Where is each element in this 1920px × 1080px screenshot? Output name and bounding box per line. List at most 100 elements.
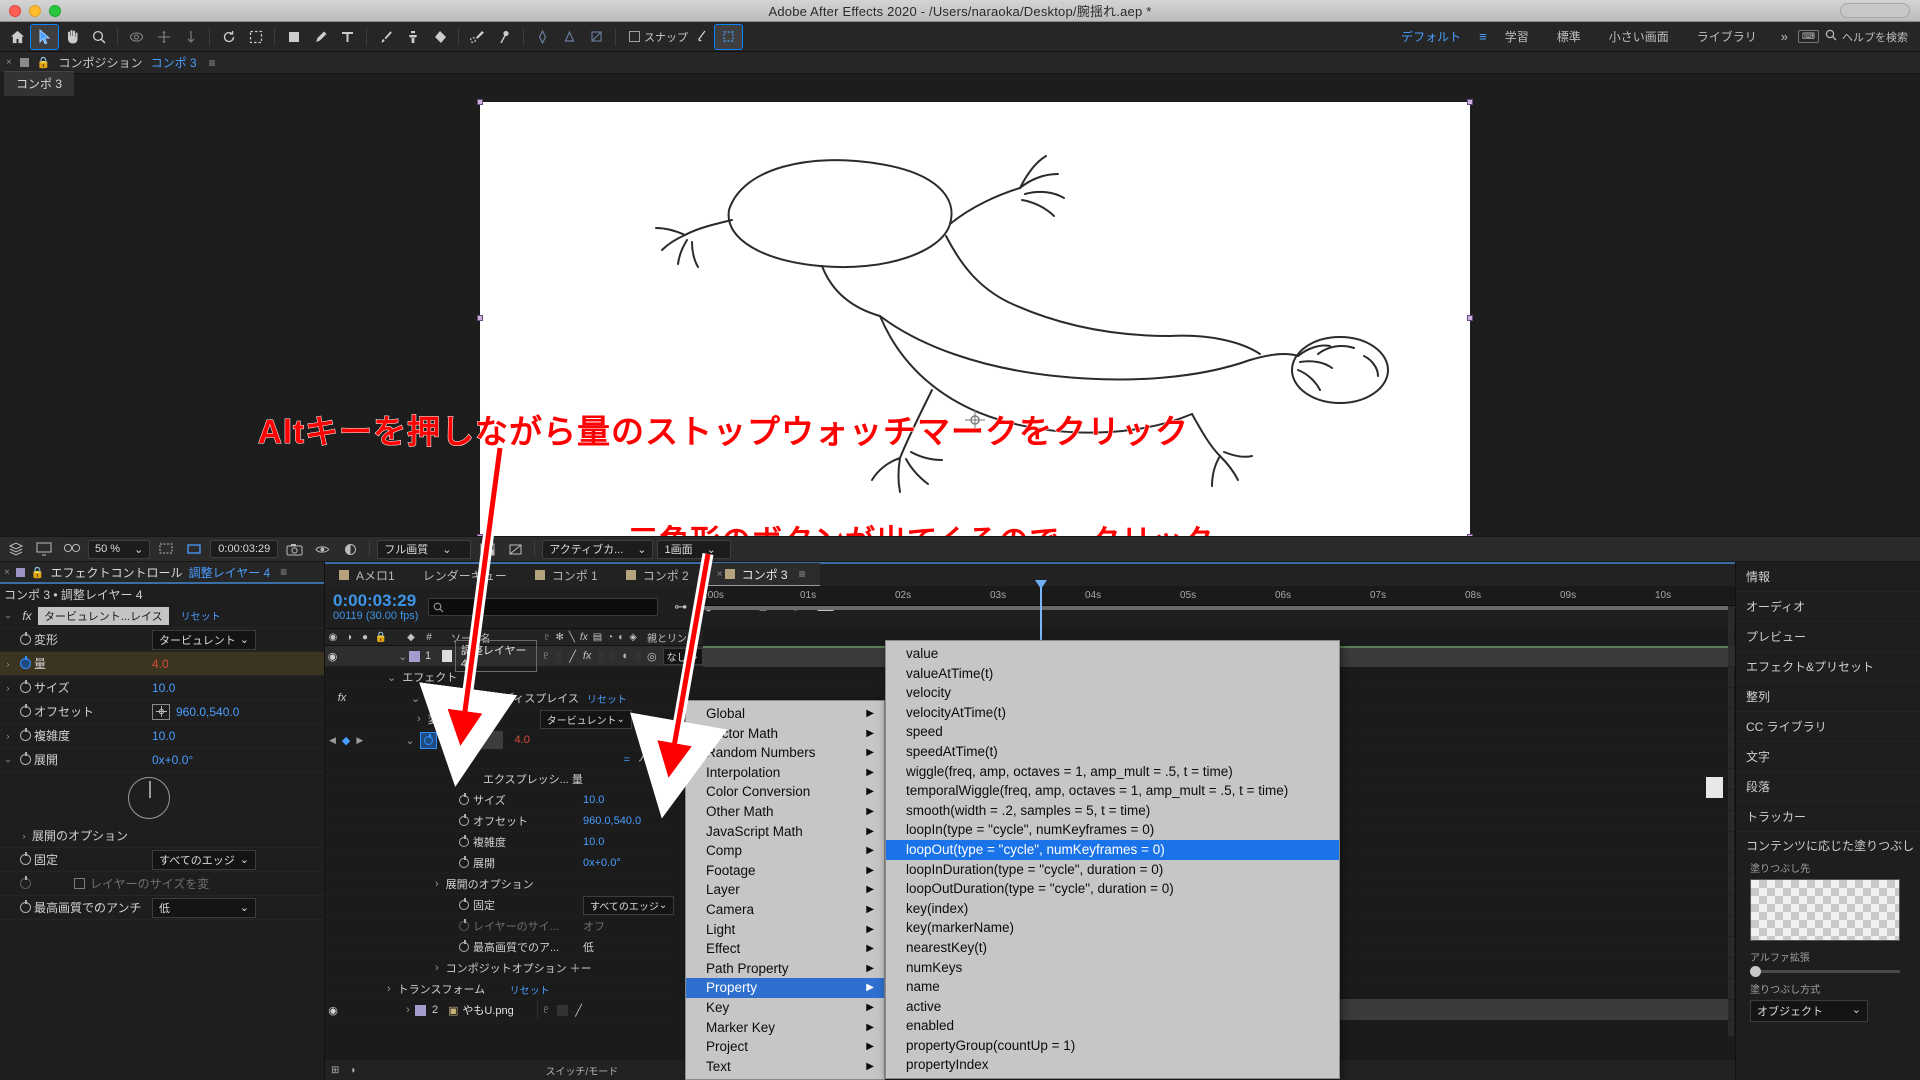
show-snapshot-icon[interactable] — [310, 539, 334, 559]
effect-property-row-amount[interactable]: › 量 4.0 — [0, 652, 324, 676]
shy-switch-icon[interactable]: ♇ — [542, 650, 550, 662]
panel-tab-preview[interactable]: プレビュー — [1736, 622, 1920, 652]
displacement-select[interactable]: タービュレント ⌄ — [152, 629, 256, 650]
stopwatch-icon[interactable] — [455, 898, 473, 910]
property-value[interactable]: 0x+0.0° — [152, 753, 193, 767]
property-value[interactable]: 10.0 — [583, 836, 604, 848]
menu-item-effect[interactable]: Effect ▶ — [686, 939, 884, 959]
expand-chevron-icon[interactable]: › — [0, 731, 16, 741]
expand-chevron-icon[interactable]: › — [0, 683, 16, 693]
expand-chevron-icon[interactable]: ⌄ — [387, 671, 396, 684]
timeline-tab-bar[interactable]: Aメロ1 レンダーキュー コンポ 1 コンポ 2 × コンポ 3 ≡ — [325, 562, 1735, 587]
timeline-tab-comp3[interactable]: × コンポ 3 ≡ — [702, 563, 820, 587]
resize-layer-checkbox[interactable] — [74, 878, 85, 889]
hand-tool-icon[interactable] — [58, 25, 85, 49]
menu-item-other-math[interactable]: Other Math ▶ — [686, 802, 884, 822]
submenu-item-speed[interactable]: speed — [886, 722, 1339, 742]
composition-mini-flowchart-icon[interactable]: ⊶ — [674, 599, 687, 615]
orbit-tool-icon[interactable] — [123, 25, 150, 49]
snap-toggle[interactable]: スナップ — [629, 29, 688, 45]
stopwatch-icon[interactable] — [16, 680, 34, 693]
submenu-item-nearestKey[interactable]: nearestKey(t) — [886, 938, 1339, 958]
submenu-item-active[interactable]: active — [886, 997, 1339, 1017]
stopwatch-icon-amount[interactable] — [16, 656, 34, 669]
effect-controls-panel[interactable]: × 🔒 エフェクトコントロール 調整レイヤー 4 ≡ コンポ 3 • 調整レイヤ… — [0, 562, 325, 1080]
view-mode-select[interactable]: アクティブカ... ⌄ — [542, 539, 654, 559]
panel-tab-audio[interactable]: オーディオ — [1736, 592, 1920, 622]
composition-viewer[interactable] — [0, 96, 1920, 540]
stopwatch-icon[interactable] — [16, 632, 34, 645]
evolution-dial[interactable] — [128, 777, 170, 819]
quality-switch-icon[interactable]: ╱ — [575, 1004, 582, 1017]
menu-item-layer[interactable]: Layer ▶ — [686, 880, 884, 900]
stopwatch-icon-amount-timeline[interactable] — [419, 731, 437, 749]
submenu-item-propertyGroup[interactable]: propertyGroup(countUp = 1) — [886, 1036, 1339, 1056]
panel-tab-character[interactable]: 文字 — [1736, 742, 1920, 772]
frame-blend-switch[interactable] — [598, 650, 604, 662]
shape-tool-icon[interactable] — [280, 25, 307, 49]
submenu-item-velocity[interactable]: velocity — [886, 683, 1339, 703]
composite-options-value[interactable]: ＋ー — [570, 960, 592, 976]
eraser-tool-icon[interactable] — [426, 25, 453, 49]
expand-chevron-icon[interactable]: ⌄ — [396, 650, 409, 663]
effect-header-row[interactable]: ⌄ fx タービュレント...レイス リセット — [0, 604, 324, 628]
motion-blur-switch[interactable] — [610, 650, 616, 662]
displacement-select[interactable]: タービュレント ⌄ — [539, 709, 632, 729]
menu-item-text[interactable]: Text ▶ — [686, 1057, 884, 1077]
quality-switch-icon[interactable]: ╱ — [569, 650, 576, 663]
effect-reset-link[interactable]: リセット — [181, 608, 221, 623]
stopwatch-icon[interactable] — [16, 852, 34, 865]
region-of-interest-icon[interactable] — [242, 25, 269, 49]
pen-tool-icon[interactable] — [307, 25, 334, 49]
views-select[interactable]: 1画面 ⌄ — [657, 539, 732, 559]
timeline-tab-amelo1[interactable]: Aメロ1 — [325, 563, 409, 587]
submenu-item-key-markerName[interactable]: key(markerName) — [886, 918, 1339, 938]
timeline-search-input[interactable] — [428, 598, 659, 616]
submenu-item-speedAtTime[interactable]: speedAtTime(t) — [886, 742, 1339, 762]
effect-name[interactable]: タービュレント...レイス — [38, 606, 169, 625]
zoom-level-select[interactable]: 50 % ⌄ — [88, 539, 151, 559]
3d-glasses-icon[interactable] — [60, 539, 84, 559]
stopwatch-icon[interactable] — [16, 704, 34, 717]
home-icon[interactable] — [4, 25, 31, 49]
parent-pickwhip-icon[interactable]: ◎ — [647, 650, 657, 663]
submenu-item-key-index[interactable]: key(index) — [886, 899, 1339, 919]
region-of-interest-btn-icon[interactable] — [182, 539, 206, 559]
layer-name[interactable]: やもU.png — [462, 1002, 513, 1018]
puppet-pin-tool-icon[interactable] — [491, 25, 518, 49]
menu-item-global[interactable]: Global ▶ — [686, 704, 884, 724]
panel-tab-tracker[interactable]: トラッカー — [1736, 802, 1920, 832]
submenu-item-velocityAtTime[interactable]: velocityAtTime(t) — [886, 703, 1339, 723]
evolution-options-group[interactable]: › 展開のオプション — [0, 824, 324, 848]
dolly-tool-icon[interactable] — [177, 25, 204, 49]
effect-property-row-complexity[interactable]: › 複雑度 10.0 — [0, 724, 324, 748]
property-value[interactable]: 10.0 — [152, 681, 175, 695]
workspace-menu-icon[interactable]: ≡ — [1475, 29, 1491, 44]
menu-item-random-numbers[interactable]: Random Numbers ▶ — [686, 743, 884, 763]
collapse-chevron-icon[interactable]: ⌄ — [0, 754, 16, 765]
selection-handle-tl[interactable] — [477, 99, 483, 105]
prev-keyframe-icon[interactable]: ◀ — [329, 735, 336, 746]
expand-chevron-icon[interactable]: › — [417, 713, 421, 725]
submenu-item-loopOut[interactable]: loopOut(type = "cycle", numKeyframes = 0… — [886, 839, 1339, 860]
submenu-item-loopIn[interactable]: loopIn(type = "cycle", numKeyframes = 0) — [886, 820, 1339, 840]
property-value[interactable]: 低 — [583, 939, 594, 955]
submenu-item-wiggle[interactable]: wiggle(freq, amp, octaves = 1, amp_mult … — [886, 762, 1339, 782]
submenu-item-propertyIndex[interactable]: propertyIndex — [886, 1055, 1339, 1075]
workspace-tab-default[interactable]: デフォルト — [1387, 22, 1475, 52]
selection-tool-icon[interactable] — [30, 23, 59, 50]
stopwatch-icon[interactable] — [455, 856, 473, 868]
property-value[interactable]: 10.0 — [583, 794, 604, 806]
puppet-mesh-icon[interactable] — [583, 25, 610, 49]
zoom-tool-icon[interactable] — [85, 25, 112, 49]
collapse-chevron-icon[interactable]: ⌄ — [411, 692, 420, 705]
alpha-expansion-slider[interactable] — [1750, 966, 1900, 977]
snap-checkbox[interactable] — [629, 31, 640, 42]
menu-item-light[interactable]: Light ▶ — [686, 920, 884, 940]
effect-property-row[interactable]: 変形 タービュレント ⌄ — [0, 628, 324, 652]
selection-handle-mr[interactable] — [1467, 315, 1473, 321]
submenu-item-loopOutDuration[interactable]: loopOutDuration(type = "cycle", duration… — [886, 879, 1339, 899]
menu-item-key[interactable]: Key ▶ — [686, 998, 884, 1018]
effect-property-row-size[interactable]: › サイズ 10.0 — [0, 676, 324, 700]
menu-item-vector-math[interactable]: Vector Math ▶ — [686, 724, 884, 744]
